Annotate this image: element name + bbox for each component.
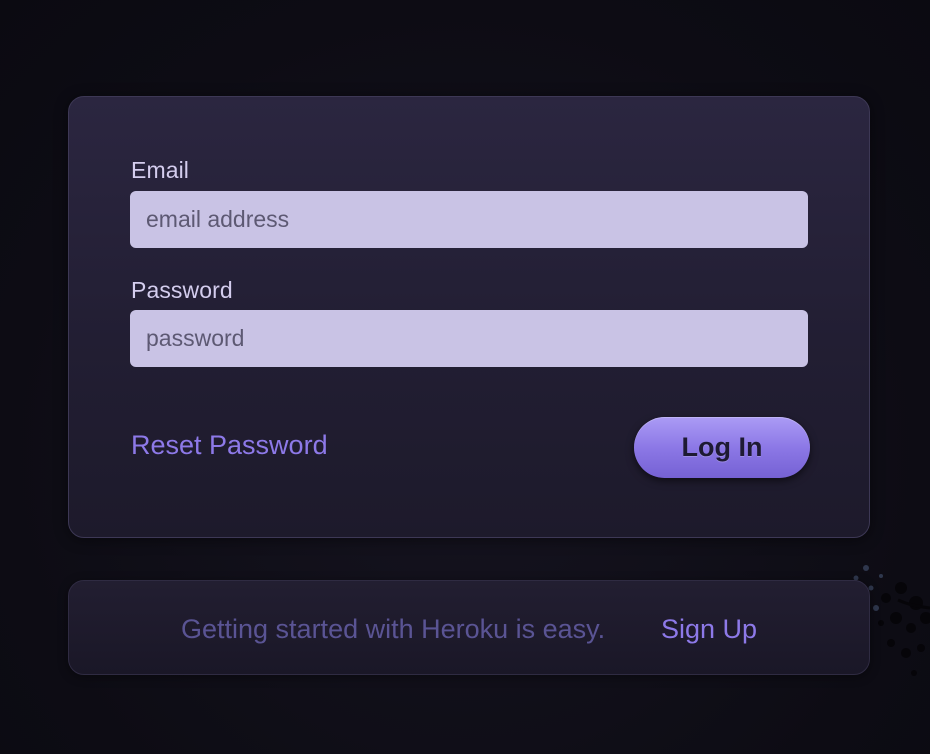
sign-up-link[interactable]: Sign Up bbox=[661, 614, 757, 645]
password-input[interactable] bbox=[130, 310, 808, 367]
email-input[interactable] bbox=[130, 191, 808, 248]
log-in-button[interactable]: Log In bbox=[634, 417, 810, 478]
login-card: Email Password Reset Password Log In bbox=[68, 96, 870, 538]
signup-panel: Getting started with Heroku is easy. Sig… bbox=[68, 580, 870, 675]
reset-password-link[interactable]: Reset Password bbox=[131, 430, 328, 461]
signup-prompt-text: Getting started with Heroku is easy. bbox=[181, 614, 606, 644]
password-label: Password bbox=[131, 277, 233, 303]
email-label: Email bbox=[131, 157, 190, 183]
